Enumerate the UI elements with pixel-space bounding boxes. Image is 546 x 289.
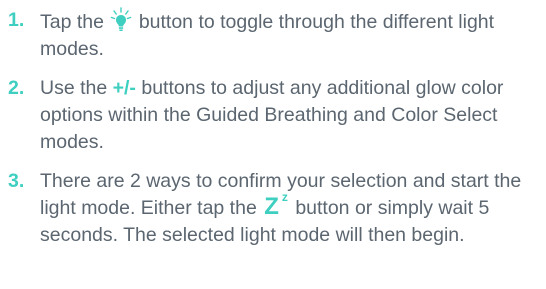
step-text: button to toggle through the different l…	[40, 11, 495, 60]
sleep-z-large: Z	[264, 193, 279, 220]
instruction-step-3: 3. There are 2 ways to confirm your sele…	[0, 168, 546, 249]
step-number: 1.	[8, 9, 25, 31]
step-text: Tap the	[40, 11, 104, 33]
sleep-zz-icon: Zz	[264, 191, 288, 219]
step-number: 3.	[8, 170, 25, 192]
sleep-z-small: z	[281, 190, 288, 204]
step-text: Use the	[40, 77, 108, 99]
instruction-list: 1. Tap the button to toggle through the …	[0, 0, 546, 249]
lightbulb-icon	[111, 7, 132, 31]
plus-minus-label: +/-	[112, 77, 136, 99]
step-number: 2.	[8, 77, 25, 99]
instruction-step-1: 1. Tap the button to toggle through the …	[0, 7, 546, 63]
instruction-step-2: 2. Use the +/- buttons to adjust any add…	[0, 75, 546, 156]
step-text: buttons to adjust any additional glow co…	[40, 77, 504, 153]
